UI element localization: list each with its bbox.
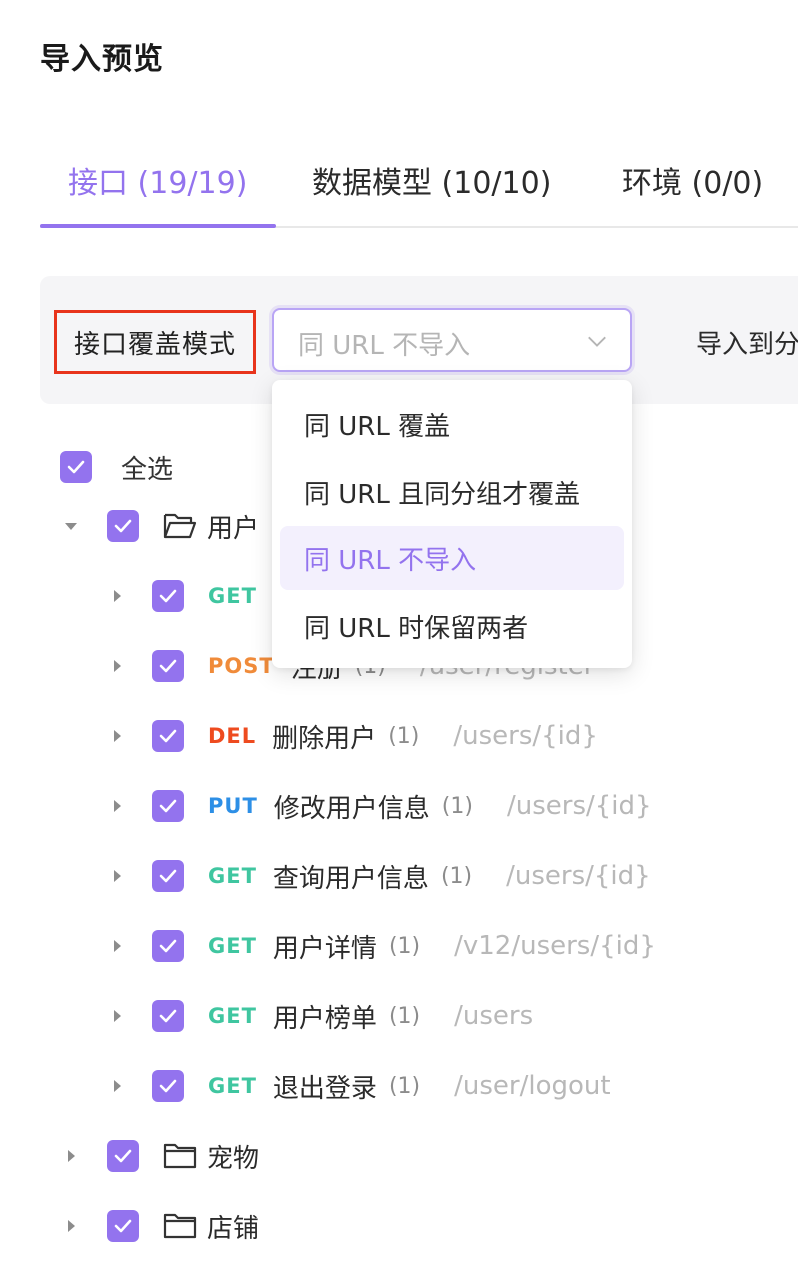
- check-icon: [159, 1079, 177, 1093]
- folder-checkbox[interactable]: [107, 510, 139, 542]
- caret-right-icon[interactable]: [62, 1217, 80, 1235]
- api-checkbox[interactable]: [152, 1070, 184, 1102]
- api-name: 查询用户信息: [272, 863, 429, 894]
- folder-name: 宠物: [207, 1143, 260, 1174]
- api-checkbox[interactable]: [152, 790, 184, 822]
- folder-open-icon: [163, 513, 197, 539]
- api-row[interactable]: GET 查询用户信息 (1) /users/{id}: [108, 856, 651, 896]
- interface-overwrite-mode-label: 接口覆盖模式: [54, 310, 256, 374]
- api-checkbox[interactable]: [152, 720, 184, 752]
- api-checkbox[interactable]: [152, 1000, 184, 1032]
- tab-interfaces[interactable]: 接口 (19/19): [68, 158, 247, 202]
- method-badge: GET: [208, 1004, 257, 1028]
- api-checkbox[interactable]: [152, 860, 184, 892]
- caret-right-icon[interactable]: [108, 797, 126, 815]
- api-name: 删除用户: [272, 723, 377, 754]
- tree-folder-users[interactable]: 用户: [62, 506, 259, 546]
- caret-down-icon[interactable]: [62, 517, 80, 535]
- api-checkbox[interactable]: [152, 580, 184, 612]
- check-icon: [159, 939, 177, 953]
- folder-checkbox[interactable]: [107, 1210, 139, 1242]
- method-badge: GET: [208, 934, 257, 958]
- active-tab-indicator: [40, 224, 276, 228]
- api-path: /users: [454, 1001, 534, 1031]
- api-checkbox[interactable]: [152, 650, 184, 682]
- api-path: /users/{id}: [453, 721, 598, 751]
- api-name: 用户详情: [272, 933, 377, 964]
- api-row[interactable]: GET 用户榜单 (1) /users: [108, 996, 533, 1036]
- api-count: (1): [388, 723, 420, 749]
- api-path: /user/logout: [454, 1071, 611, 1101]
- select-value: 同 URL 不导入: [298, 331, 471, 361]
- check-icon: [159, 729, 177, 743]
- caret-right-icon[interactable]: [108, 657, 126, 675]
- caret-right-icon[interactable]: [108, 867, 126, 885]
- method-badge: GET: [208, 864, 257, 888]
- select-all-row[interactable]: 全选: [60, 450, 174, 485]
- api-path: /users/{id}: [506, 861, 651, 891]
- option-overwrite-same-url[interactable]: 同 URL 覆盖: [280, 392, 624, 456]
- api-name: 退出登录: [272, 1073, 377, 1104]
- api-name: 用户榜单: [272, 1003, 377, 1034]
- overwrite-mode-select[interactable]: 同 URL 不导入: [272, 308, 632, 372]
- check-icon: [159, 589, 177, 603]
- check-icon: [114, 519, 132, 533]
- method-badge: GET: [208, 584, 257, 608]
- caret-right-icon[interactable]: [108, 937, 126, 955]
- api-count: (1): [440, 863, 473, 889]
- api-row[interactable]: GET: [108, 576, 257, 616]
- caret-right-icon[interactable]: [108, 587, 126, 605]
- page-title: 导入预览: [40, 42, 164, 77]
- select-all-label: 全选: [121, 454, 174, 485]
- tab-environments[interactable]: 环境 (0/0): [622, 158, 763, 202]
- folder-icon: [163, 1213, 197, 1239]
- tree-folder-pets[interactable]: 宠物: [62, 1136, 259, 1176]
- api-checkbox[interactable]: [152, 930, 184, 962]
- check-icon: [114, 1149, 132, 1163]
- caret-right-icon[interactable]: [108, 727, 126, 745]
- api-count: (1): [441, 793, 473, 819]
- method-badge: DEL: [208, 724, 257, 748]
- folder-icon: [163, 1143, 197, 1169]
- method-badge: GET: [208, 1074, 257, 1098]
- api-path: /users/{id}: [506, 791, 652, 821]
- caret-right-icon[interactable]: [108, 1007, 126, 1025]
- folder-name: 用户: [207, 513, 260, 544]
- option-skip-same-url[interactable]: 同 URL 不导入: [280, 526, 624, 590]
- api-count: (1): [388, 1003, 421, 1029]
- api-name: 修改用户信息: [273, 793, 430, 824]
- option-keep-both[interactable]: 同 URL 时保留两者: [280, 594, 624, 658]
- check-icon: [159, 659, 177, 673]
- method-badge: POST: [208, 654, 275, 678]
- api-count: (1): [388, 933, 421, 959]
- tab-data-models[interactable]: 数据模型 (10/10): [312, 158, 551, 202]
- api-count: (1): [388, 1073, 421, 1099]
- option-overwrite-same-url-same-group[interactable]: 同 URL 且同分组才覆盖: [280, 460, 624, 524]
- api-row[interactable]: PUT 修改用户信息 (1) /users/{id}: [108, 786, 652, 826]
- select-all-checkbox[interactable]: [60, 451, 92, 483]
- api-row[interactable]: GET 用户详情 (1) /v12/users/{id}: [108, 926, 656, 966]
- api-row[interactable]: DEL 删除用户 (1) /users/{id}: [108, 716, 598, 756]
- check-icon: [67, 460, 85, 474]
- check-icon: [114, 1219, 132, 1233]
- method-badge: PUT: [208, 794, 258, 818]
- overwrite-mode-dropdown: 同 URL 覆盖 同 URL 且同分组才覆盖 同 URL 不导入 同 URL 时…: [272, 380, 632, 668]
- check-icon: [159, 869, 177, 883]
- caret-right-icon[interactable]: [108, 1077, 126, 1095]
- caret-right-icon[interactable]: [62, 1147, 80, 1165]
- tree-folder-stores[interactable]: 店铺: [62, 1206, 259, 1246]
- import-to-group-label: 导入到分: [696, 330, 798, 360]
- check-icon: [159, 799, 177, 813]
- chevron-down-icon: [588, 336, 606, 347]
- folder-name: 店铺: [207, 1213, 260, 1244]
- check-icon: [159, 1009, 177, 1023]
- tab-bar: 接口 (19/19) 数据模型 (10/10) 环境 (0/0): [40, 150, 798, 228]
- folder-checkbox[interactable]: [107, 1140, 139, 1172]
- api-path: /v12/users/{id}: [454, 931, 656, 961]
- api-row[interactable]: GET 退出登录 (1) /user/logout: [108, 1066, 611, 1106]
